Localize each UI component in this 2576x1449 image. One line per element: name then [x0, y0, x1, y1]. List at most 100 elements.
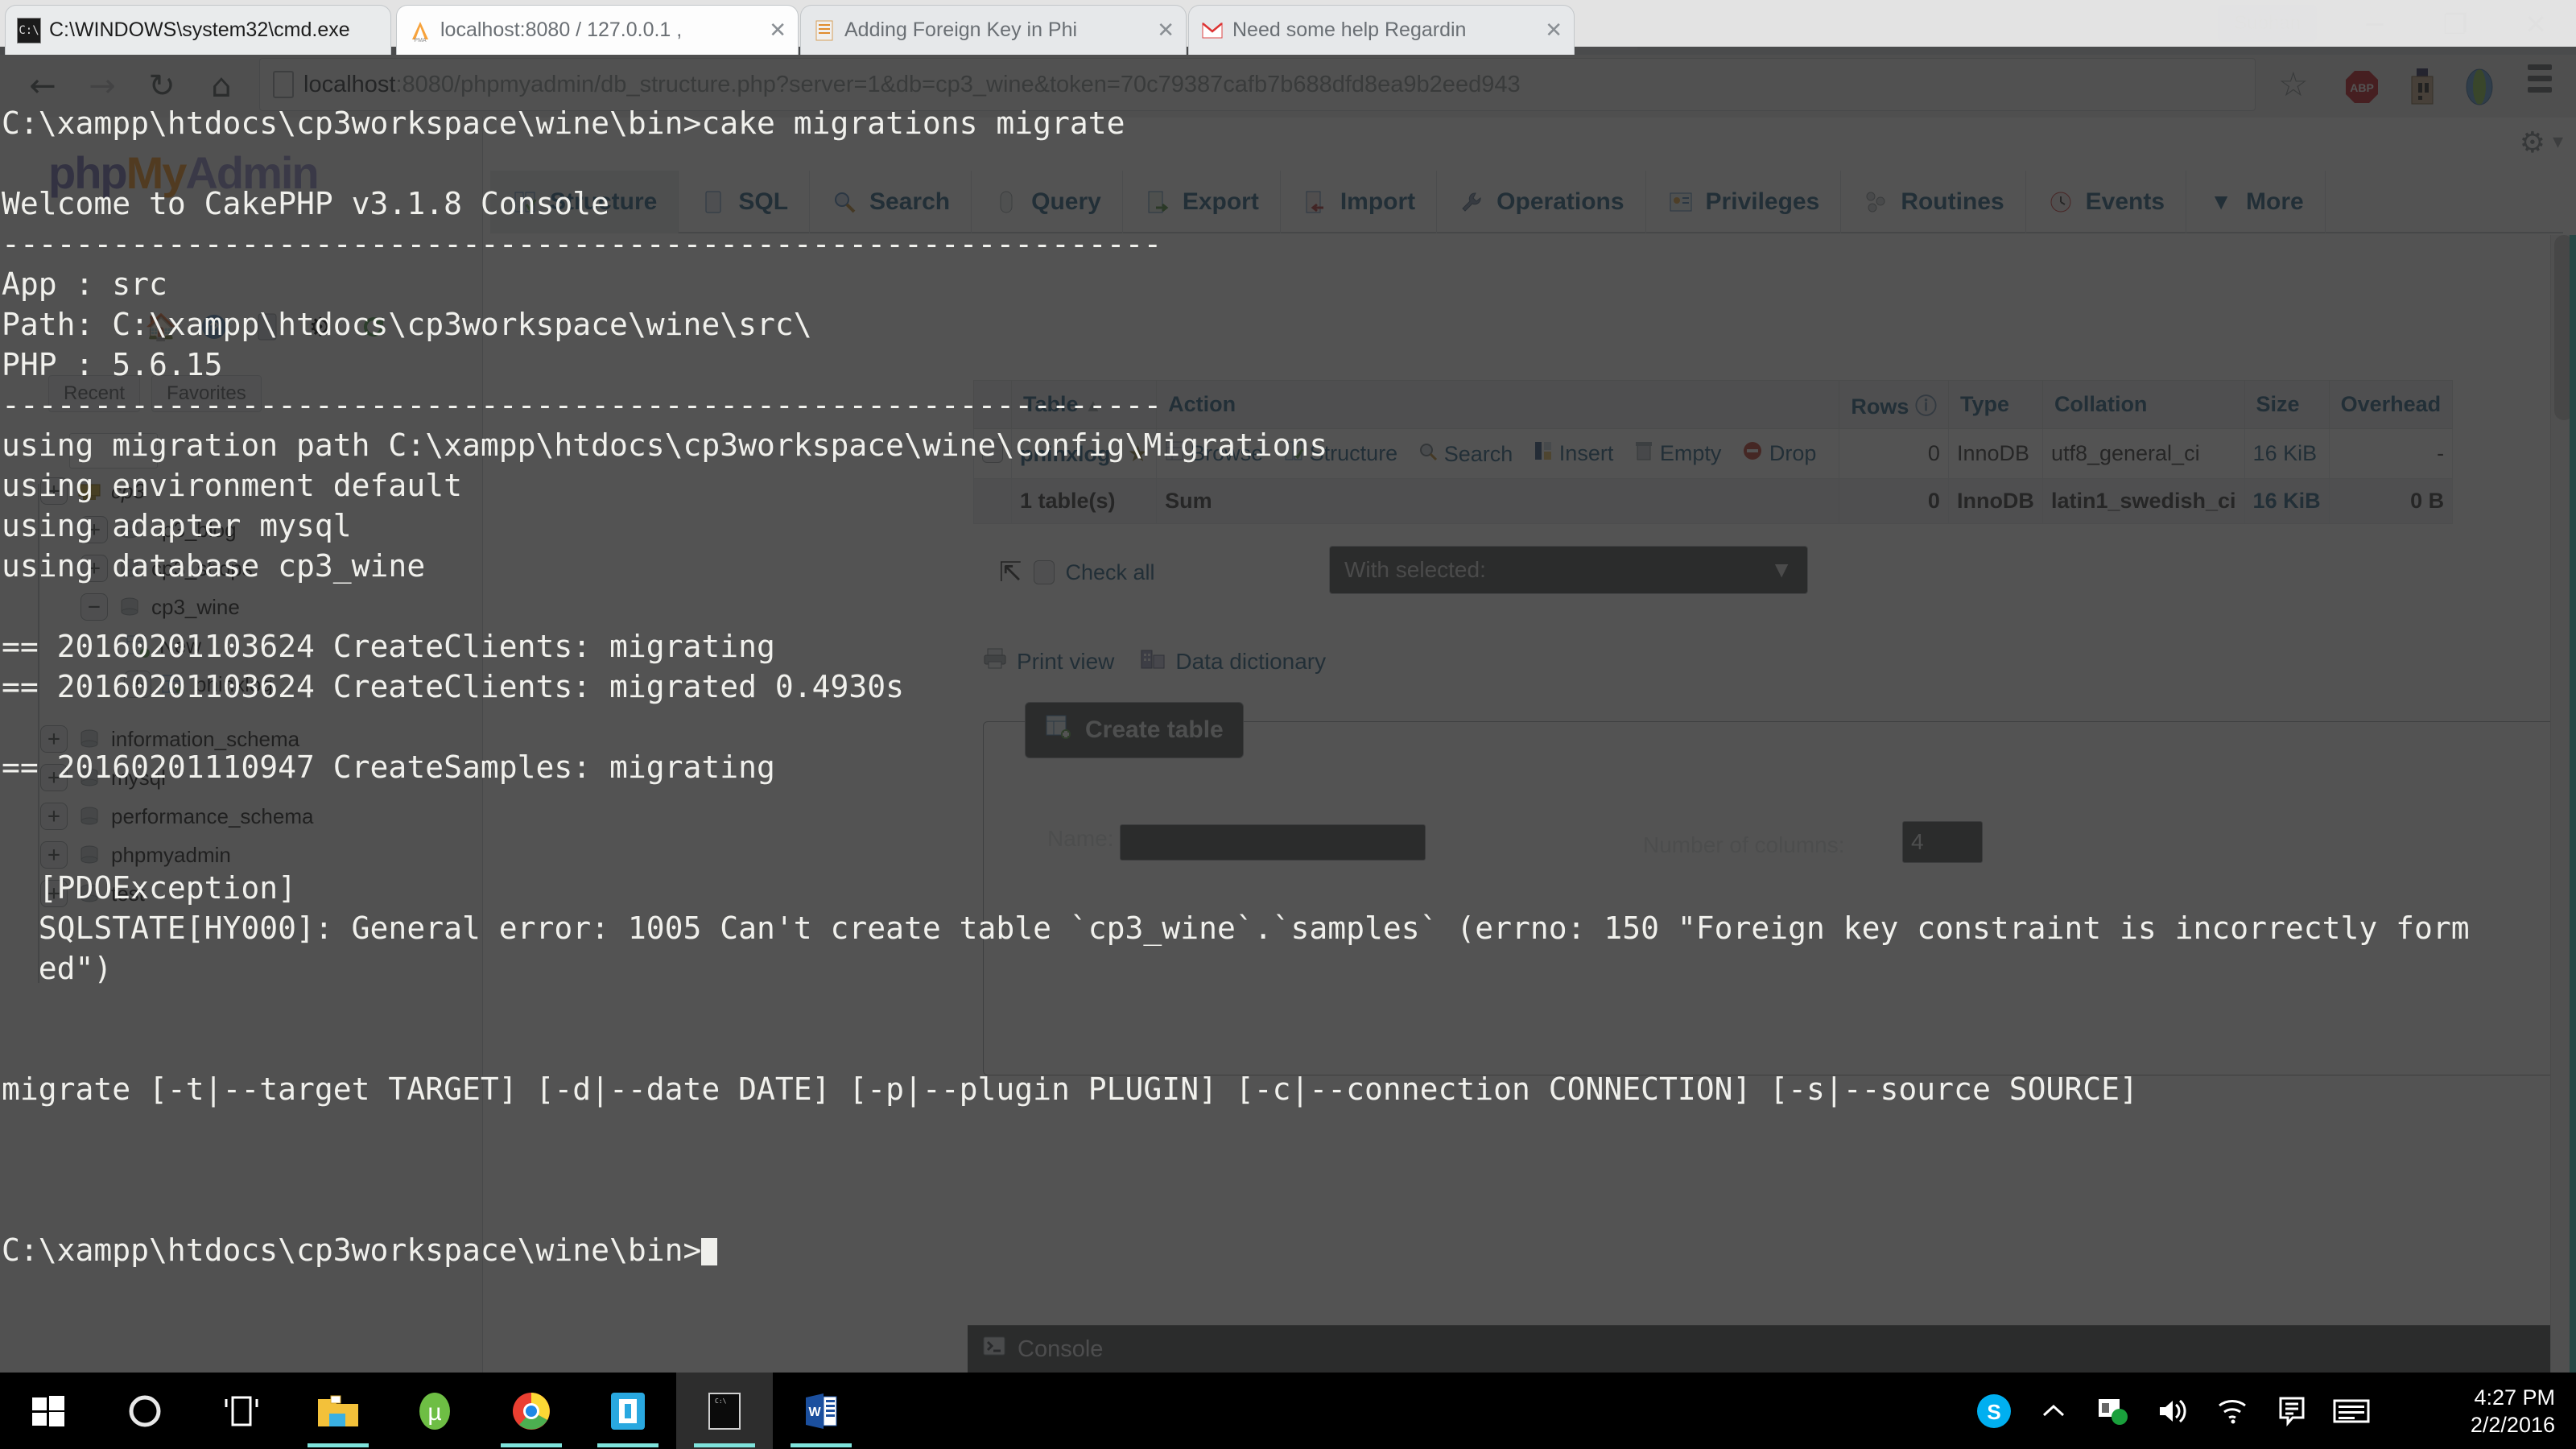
expander-icon[interactable]: −	[80, 593, 108, 621]
tree-item-cp3_shops[interactable]: + cp3_shops	[16, 549, 467, 588]
browser-tab-3[interactable]: Need some help Regardin ✕	[1188, 5, 1575, 55]
help-icon[interactable]: ?	[198, 311, 230, 343]
taskbar-clock[interactable]: 4:27 PM 2/2/2016	[2471, 1384, 2555, 1439]
task-view-button[interactable]	[193, 1373, 290, 1449]
expander-icon[interactable]: +	[80, 516, 108, 543]
action-empty[interactable]: Empty	[1634, 440, 1721, 467]
check-all-checkbox[interactable]	[1033, 560, 1055, 584]
create-table-name-input[interactable]	[1120, 824, 1426, 861]
tree-item-test[interactable]: + test	[16, 874, 467, 913]
row-checkbox-cell[interactable]	[973, 428, 1012, 479]
chrome-menu-button[interactable]	[2528, 64, 2552, 93]
command-prompt-button[interactable]: C:\	[676, 1373, 773, 1449]
home-icon[interactable]: 🏠	[145, 311, 177, 343]
tree-item-mysql[interactable]: + mysql	[16, 758, 467, 797]
data-dictionary-link[interactable]: Data dictionary	[1140, 647, 1326, 675]
tab-search[interactable]: Search	[810, 171, 972, 233]
extension-icon[interactable]	[2399, 63, 2447, 111]
start-button[interactable]	[0, 1373, 97, 1449]
tab-operations[interactable]: Operations	[1437, 171, 1646, 233]
expander-icon[interactable]: +	[40, 841, 68, 869]
page-scrollbar[interactable]	[2550, 235, 2576, 1373]
utorrent-button[interactable]: µ	[386, 1373, 483, 1449]
refresh-icon[interactable]	[357, 311, 390, 343]
tab-structure[interactable]: Structure	[490, 171, 679, 233]
expander-icon[interactable]: +	[40, 764, 68, 791]
keyboard-icon[interactable]	[2322, 1373, 2381, 1449]
close-icon[interactable]: ✕	[1152, 18, 1174, 43]
expander-icon[interactable]: +	[40, 803, 68, 830]
bookmark-star-icon[interactable]: ☆	[2278, 64, 2309, 104]
table-name-link[interactable]: phinxlog	[1020, 442, 1110, 466]
netbeans-button[interactable]	[580, 1373, 676, 1449]
tree-item-phinxlog[interactable]: + phinxlog	[16, 665, 467, 704]
action-insert[interactable]: Insert	[1534, 440, 1613, 467]
new-tab-button[interactable]	[1576, 13, 1637, 50]
browser-tab-0[interactable]: C:\ C:\WINDOWS\system32\cmd.exe	[5, 5, 391, 55]
expander-icon[interactable]: +	[40, 725, 68, 753]
row-checkbox[interactable]	[982, 439, 1003, 463]
reload-icon[interactable]: ↻	[132, 55, 192, 118]
docs-icon[interactable]	[251, 311, 283, 343]
db-filter-input[interactable]	[69, 433, 158, 469]
tab-routines[interactable]: Routines	[1841, 171, 2026, 233]
address-bar[interactable]: localhost:8080/phpmyadmin/db_structure.p…	[259, 58, 2256, 111]
print-view-link[interactable]: Print view	[983, 647, 1114, 675]
page-info-icon[interactable]	[273, 71, 294, 98]
cortana-button[interactable]	[97, 1373, 193, 1449]
expander-icon[interactable]: +	[40, 477, 68, 505]
tab-more[interactable]: ▼ More	[2186, 171, 2326, 233]
pma-console-bar[interactable]: Console	[968, 1325, 2576, 1373]
favorites-pill[interactable]: Favorites	[151, 375, 262, 412]
minimize-button[interactable]: ─	[2334, 0, 2415, 50]
abp-icon[interactable]: ABP	[2338, 63, 2386, 111]
with-selected-dropdown[interactable]: With selected: ▼	[1329, 546, 1808, 594]
create-table-legend[interactable]: Create table	[1025, 702, 1244, 758]
close-icon[interactable]: ✕	[764, 18, 786, 43]
wifi-icon[interactable]	[2202, 1373, 2262, 1449]
tree-item-cp3_wine[interactable]: − cp3_wine	[16, 588, 467, 626]
tab-privileges[interactable]: Privileges	[1646, 171, 1842, 233]
tab-events[interactable]: Events	[2026, 171, 2187, 233]
tab-sql[interactable]: SQL	[679, 171, 811, 233]
th-table-label[interactable]: Table	[1023, 392, 1079, 416]
action-browse[interactable]: Browse	[1165, 440, 1263, 467]
action-center-icon[interactable]	[2262, 1373, 2322, 1449]
chrome-button[interactable]	[483, 1373, 580, 1449]
xampp-icon[interactable]	[2083, 1373, 2143, 1449]
chevron-down-icon[interactable]: ▾	[2553, 129, 2563, 154]
file-explorer-button[interactable]	[290, 1373, 386, 1449]
expander-icon[interactable]: +	[40, 880, 68, 907]
volume-icon[interactable]	[2143, 1373, 2202, 1449]
tab-export[interactable]: Export	[1123, 171, 1281, 233]
user-profile-chip[interactable]: Subhan	[2218, 5, 2317, 42]
create-table-columns-input[interactable]: 4	[1902, 821, 1983, 863]
action-structure[interactable]: Structure	[1284, 440, 1397, 467]
tree-item-phpmyadmin[interactable]: + phpmyadmin	[16, 836, 467, 874]
tree-item-information_schema[interactable]: + information_schema	[16, 720, 467, 758]
close-button[interactable]: ✕	[2496, 0, 2576, 50]
recent-pill[interactable]: Recent	[48, 375, 141, 412]
expander-icon[interactable]: +	[124, 671, 151, 698]
tree-item-cp3_blog[interactable]: + cp3_blog	[16, 510, 467, 549]
help-icon[interactable]: ⓘ	[1915, 394, 1937, 419]
tree-item-performance_schema[interactable]: + performance_schema	[16, 797, 467, 836]
back-icon[interactable]: ←	[13, 55, 72, 118]
forward-icon[interactable]: →	[72, 55, 132, 118]
skype-icon[interactable]: S	[1964, 1373, 2024, 1449]
action-drop[interactable]: Drop	[1742, 440, 1816, 467]
sort-indicator-icon[interactable]: ▲	[1084, 395, 1102, 415]
word-button[interactable]: W	[773, 1373, 869, 1449]
star-icon[interactable]: ★	[1128, 441, 1148, 466]
expander-icon[interactable]: +	[80, 555, 108, 582]
tab-query[interactable]: Query	[972, 171, 1123, 233]
tab-import[interactable]: Import	[1281, 171, 1438, 233]
browser-tab-2[interactable]: Adding Foreign Key in Phi ✕	[800, 5, 1187, 55]
action-search[interactable]: Search	[1418, 442, 1513, 467]
settings-icon[interactable]: ⚙	[304, 311, 336, 343]
close-icon[interactable]: ✕	[1540, 18, 1563, 43]
tree-item-new[interactable]: New	[16, 626, 467, 665]
maximize-button[interactable]: ❐	[2415, 0, 2496, 50]
globe-icon[interactable]	[2455, 63, 2504, 111]
show-hidden-icons-icon[interactable]	[2024, 1373, 2083, 1449]
